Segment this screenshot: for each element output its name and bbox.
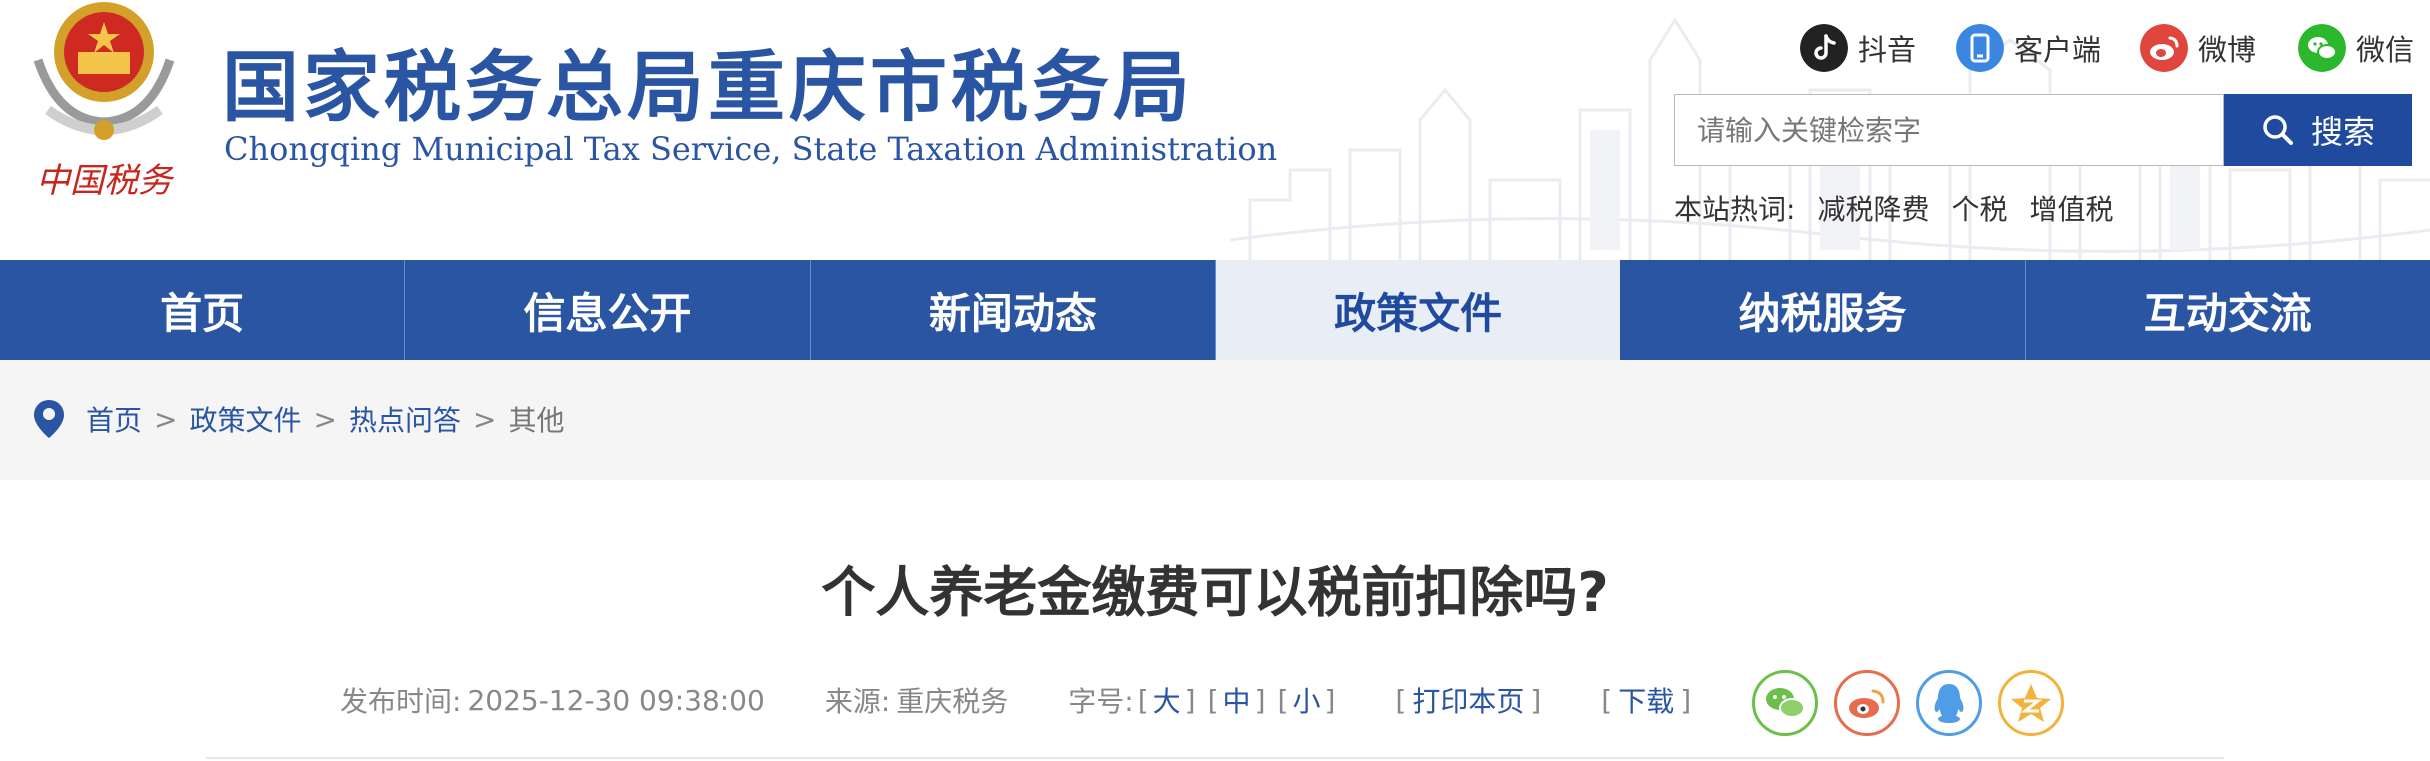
mobile-client-icon (1956, 24, 2004, 72)
breadcrumb-separator: > (313, 402, 337, 436)
qq-share-icon (1934, 684, 1964, 723)
font-size-large[interactable]: 大 (1153, 680, 1181, 720)
bracket: ] (1680, 683, 1692, 717)
weibo-icon (2140, 24, 2188, 72)
article-title: 个人养老金缴费可以税前扣除吗? (821, 561, 1609, 624)
breadcrumb-home[interactable]: 首页 (86, 399, 142, 439)
breadcrumb-bar: 首页 > 政策文件 > 热点问答 > 其他 (0, 360, 2430, 480)
bracket: ] (1184, 683, 1196, 717)
site-header: 中国税务 国家税务总局重庆市税务局 Chongqing Municipal Ta… (0, 0, 2430, 260)
nav-item-policy-docs[interactable]: 政策文件 (1215, 260, 1621, 360)
site-subtitle: Chongqing Municipal Tax Service, State T… (224, 130, 1278, 168)
nav-item-interaction[interactable]: 互动交流 (2026, 260, 2430, 360)
location-pin-icon (34, 400, 64, 438)
share-qzone-button[interactable] (1998, 670, 2064, 736)
breadcrumb-separator: > (472, 402, 497, 436)
social-link-wechat[interactable]: 微信 (2298, 20, 2414, 76)
source-label: 来源: (824, 685, 891, 718)
download-link[interactable]: 下载 (1618, 680, 1674, 720)
print-page-link[interactable]: 打印本页 (1412, 680, 1524, 720)
nav-item-home[interactable]: 首页 (0, 260, 406, 360)
bracket: [ (1601, 683, 1613, 717)
site-title: 国家税务总局重庆市税务局 (222, 44, 1194, 133)
social-link-douyin[interactable]: 抖音 (1800, 20, 1916, 76)
bracket: [ (1395, 683, 1407, 717)
nav-item-news[interactable]: 新闻动态 (811, 260, 1216, 360)
bracket: ] (1324, 683, 1336, 717)
logo-caption: 中国税务 (36, 161, 175, 201)
meta-divider (206, 757, 2224, 759)
bracket: ] (1530, 683, 1542, 717)
social-label: 微博 (2198, 33, 2257, 67)
social-label: 抖音 (1858, 33, 1917, 67)
social-label: 微信 (2356, 33, 2415, 67)
hotword-link[interactable]: 减税降费 (1817, 188, 1929, 228)
share-weibo-button[interactable] (1834, 670, 1900, 736)
social-link-weibo[interactable]: 微博 (2140, 20, 2256, 76)
breadcrumb-separator: > (154, 402, 178, 436)
bracket: [ (1277, 683, 1289, 717)
share-qq-button[interactable] (1916, 670, 1982, 736)
hotwords-label: 本站热词: (1674, 193, 1796, 226)
publish-time: 2025-12-30 09:38:00 (467, 683, 765, 717)
breadcrumb: 首页 > 政策文件 > 热点问答 > 其他 (32, 398, 564, 440)
nav-item-info-disclosure[interactable]: 信息公开 (405, 260, 811, 360)
social-link-client[interactable]: 客户端 (1956, 20, 2101, 76)
bracket: [ (1207, 683, 1219, 717)
wechat-share-icon (1766, 688, 1805, 718)
wechat-icon (2298, 24, 2346, 72)
breadcrumb-current: 其他 (508, 404, 565, 437)
search-input[interactable] (1674, 94, 2224, 166)
source-value: 重庆税务 (896, 685, 1009, 718)
nav-item-tax-service[interactable]: 纳税服务 (1620, 260, 2026, 360)
breadcrumb-policy-docs[interactable]: 政策文件 (189, 399, 301, 439)
main-nav: 首页 信息公开 新闻动态 政策文件 纳税服务 互动交流 (0, 260, 2430, 360)
qzone-share-icon (2011, 684, 2051, 722)
search-icon (2263, 115, 2293, 145)
douyin-icon (1800, 24, 1848, 72)
share-wechat-button[interactable] (1752, 670, 1818, 736)
search-button[interactable]: 搜索 (2224, 94, 2412, 166)
hotword-link[interactable]: 增值税 (2029, 188, 2113, 228)
article-meta: 发布时间: 2025-12-30 09:38:00 来源: 重庆税务 字号: [… (340, 680, 1691, 720)
font-size-medium[interactable]: 中 (1223, 680, 1251, 720)
hotwords: 本站热词: 减税降费 个税 增值税 (1674, 188, 2113, 228)
publish-label: 发布时间: (340, 685, 462, 718)
bracket: [ (1137, 683, 1149, 717)
bracket: ] (1254, 683, 1266, 717)
font-size-label: 字号: (1068, 685, 1134, 718)
hotword-link[interactable]: 个税 (1951, 188, 2007, 228)
font-size-small[interactable]: 小 (1292, 680, 1320, 720)
social-label: 客户端 (2014, 33, 2102, 67)
search-button-label: 搜索 (2310, 113, 2375, 151)
tax-emblem-logo: 中国税务 (33, 2, 175, 201)
share-buttons (1752, 670, 2064, 736)
breadcrumb-hot-qa[interactable]: 热点问答 (349, 399, 461, 439)
weibo-share-icon (1849, 689, 1885, 718)
